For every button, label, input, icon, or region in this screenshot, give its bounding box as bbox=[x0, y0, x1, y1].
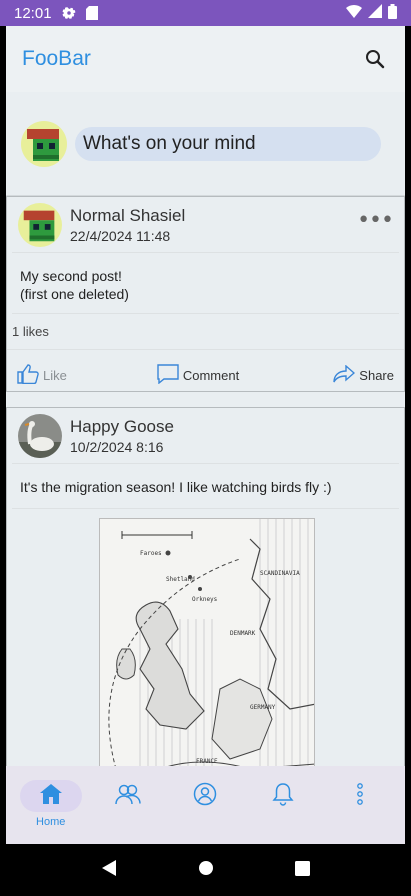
comment-icon bbox=[157, 363, 179, 387]
likes-count: 1 likes bbox=[7, 314, 404, 350]
post-author[interactable]: Normal Shasiel bbox=[70, 206, 185, 226]
sd-card-icon bbox=[85, 6, 98, 20]
bottom-navigation: Home bbox=[6, 766, 405, 844]
recents-icon[interactable] bbox=[295, 860, 311, 880]
map-label: GERMANY bbox=[250, 704, 276, 711]
back-icon[interactable] bbox=[101, 859, 117, 881]
bell-icon bbox=[272, 782, 294, 810]
post-text-line: My second post! bbox=[20, 268, 122, 284]
app-bar: FooBar bbox=[6, 26, 405, 92]
author-block: Normal Shasiel 22/4/2024 11:48 bbox=[70, 206, 185, 244]
nav-pill bbox=[252, 780, 314, 812]
system-navigation-bar bbox=[0, 844, 411, 896]
like-button[interactable]: Like bbox=[17, 363, 67, 387]
author-block: Happy Goose 10/2/2024 8:16 bbox=[70, 417, 174, 455]
status-bar: 12:01 bbox=[0, 0, 411, 26]
post-card: Happy Goose 10/2/2024 8:16 It's the migr… bbox=[6, 407, 405, 807]
post-composer: What's on your mind bbox=[6, 92, 405, 196]
nav-label-home: Home bbox=[36, 816, 66, 828]
thumbs-up-icon bbox=[17, 363, 39, 387]
wifi-icon bbox=[346, 4, 362, 22]
comment-button[interactable]: Comment bbox=[157, 363, 240, 387]
post-header: Normal Shasiel 22/4/2024 11:48 ••• bbox=[12, 197, 399, 253]
post-image[interactable]: Faroes Shetland Orkneys SCANDINAVIA DENM… bbox=[99, 518, 315, 778]
post-author[interactable]: Happy Goose bbox=[70, 417, 174, 437]
battery-icon bbox=[388, 3, 397, 23]
more-vert-icon bbox=[356, 783, 364, 809]
whats-on-your-mind-input[interactable]: What's on your mind bbox=[75, 126, 381, 161]
nav-item-notifications[interactable] bbox=[248, 780, 318, 830]
nav-item-friends[interactable] bbox=[93, 780, 163, 830]
post-actions: Like Comment Share bbox=[7, 350, 404, 400]
app-screen: FooBar What's on your mind Normal Shasie… bbox=[6, 26, 405, 844]
share-label: Share bbox=[359, 367, 394, 383]
post-header: Happy Goose 10/2/2024 8:16 bbox=[12, 408, 399, 464]
map-label: Orkneys bbox=[192, 596, 218, 603]
nav-pill bbox=[174, 780, 236, 812]
map-label: SCANDINAVIA bbox=[260, 570, 300, 577]
home-icon bbox=[39, 783, 63, 809]
friends-icon bbox=[115, 783, 141, 809]
gear-icon bbox=[62, 6, 76, 20]
post-text-line: (first one deleted) bbox=[20, 286, 129, 302]
status-time: 12:01 bbox=[14, 4, 52, 22]
map-label: DENMARK bbox=[230, 630, 256, 637]
post-card: Normal Shasiel 22/4/2024 11:48 ••• My se… bbox=[6, 196, 405, 392]
app-title: FooBar bbox=[22, 47, 91, 70]
map-label: Faroes bbox=[140, 550, 162, 557]
map-label: FRANCE bbox=[196, 758, 218, 765]
nav-pill bbox=[19, 780, 82, 812]
map-label: Shetland bbox=[166, 576, 195, 583]
nav-pill bbox=[329, 780, 391, 812]
post-time: 10/2/2024 8:16 bbox=[70, 438, 164, 455]
like-label: Like bbox=[43, 367, 67, 383]
signal-icon bbox=[368, 4, 382, 22]
post-text: It's the migration season! I like watchi… bbox=[12, 464, 399, 509]
nav-pill bbox=[97, 780, 159, 812]
avatar[interactable] bbox=[18, 413, 62, 458]
search-icon[interactable] bbox=[361, 45, 389, 73]
post-time: 22/4/2024 11:48 bbox=[70, 227, 171, 244]
migration-map: Faroes Shetland Orkneys SCANDINAVIA DENM… bbox=[100, 519, 314, 777]
nav-item-profile[interactable] bbox=[170, 780, 240, 830]
profile-icon bbox=[193, 782, 217, 810]
share-button[interactable]: Share bbox=[333, 363, 394, 386]
comment-label: Comment bbox=[182, 367, 240, 383]
share-icon bbox=[333, 363, 356, 386]
home-circle-icon[interactable] bbox=[198, 860, 214, 880]
nav-item-home[interactable]: Home bbox=[16, 780, 86, 830]
avatar[interactable] bbox=[21, 120, 67, 167]
post-text: My second post! (first one deleted) bbox=[12, 253, 399, 314]
more-options-icon[interactable]: ••• bbox=[357, 208, 394, 233]
avatar[interactable] bbox=[18, 202, 62, 247]
nav-item-more[interactable] bbox=[325, 780, 395, 830]
